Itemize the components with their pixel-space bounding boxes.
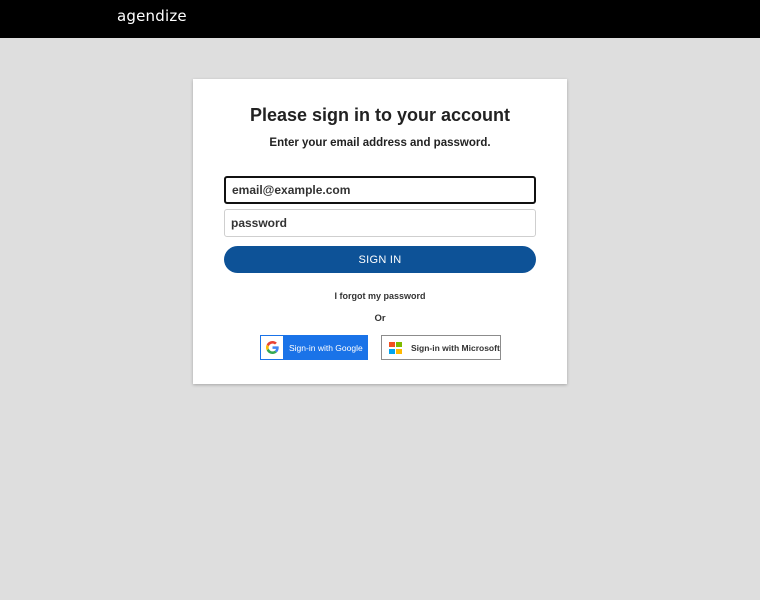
login-card: Please sign in to your account Enter you… — [193, 79, 567, 384]
google-sign-in-button[interactable]: Sign-in with Google — [260, 335, 368, 360]
top-bar: agendize — [0, 0, 760, 38]
page-subtitle: Enter your email address and password. — [269, 137, 491, 149]
brand-logo[interactable]: agendize — [117, 7, 187, 25]
microsoft-sign-in-label: Sign-in with Microsoft — [411, 342, 500, 353]
email-field[interactable] — [224, 176, 536, 204]
password-field[interactable] — [224, 209, 536, 237]
or-divider-label: Or — [374, 313, 386, 324]
forgot-password-link[interactable]: I forgot my password — [193, 291, 567, 301]
google-logo-box — [261, 336, 283, 359]
microsoft-sign-in-button[interactable]: Sign-in with Microsoft — [381, 335, 501, 360]
microsoft-logo-icon — [389, 341, 402, 354]
page-title: Please sign in to your account — [249, 105, 511, 125]
sign-in-button[interactable]: SIGN IN — [224, 246, 536, 273]
google-sign-in-label: Sign-in with Google — [289, 342, 363, 353]
google-g-icon — [265, 341, 279, 354]
